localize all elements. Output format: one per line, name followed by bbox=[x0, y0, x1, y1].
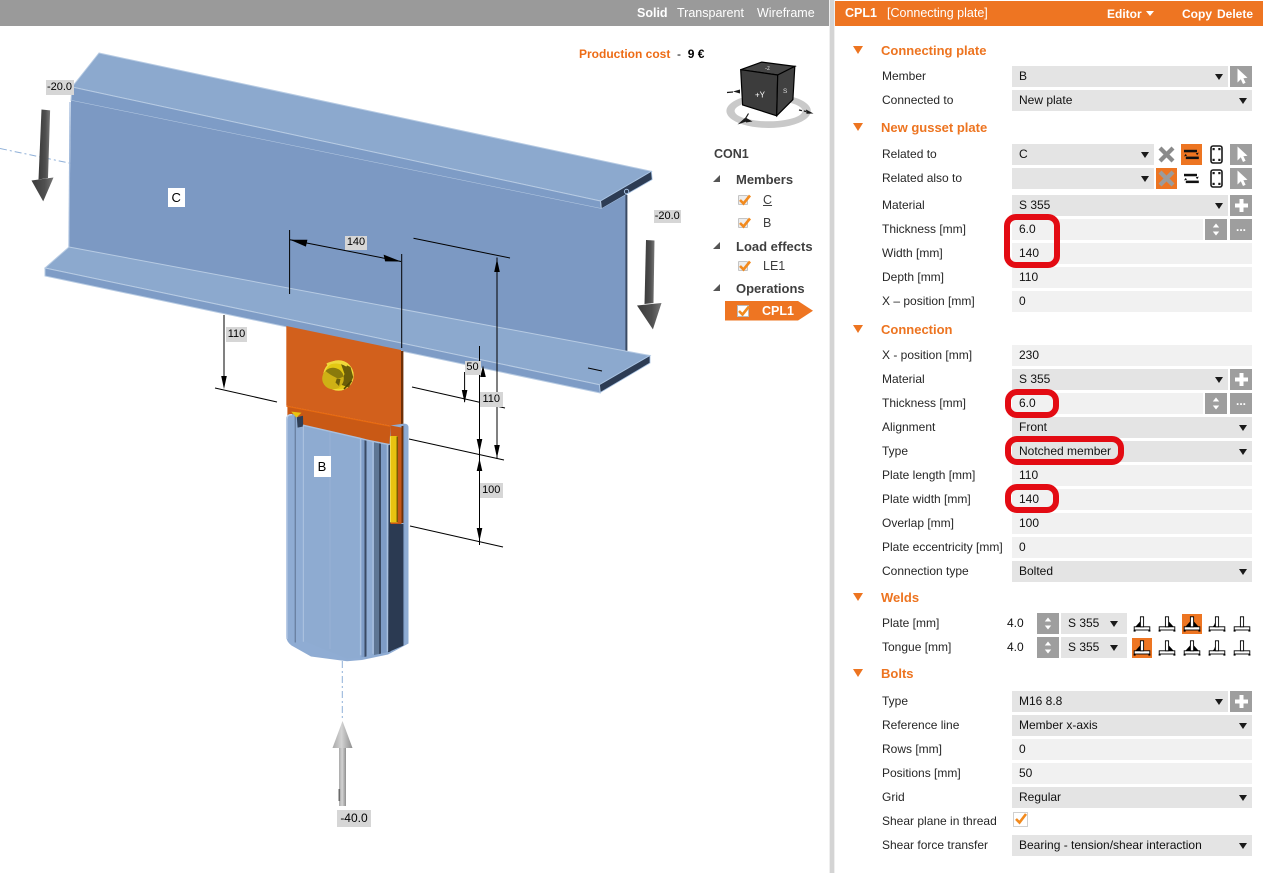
svg-text:+Y: +Y bbox=[755, 91, 766, 100]
svg-text:S: S bbox=[783, 88, 788, 95]
svg-text:-z: -z bbox=[765, 66, 770, 72]
